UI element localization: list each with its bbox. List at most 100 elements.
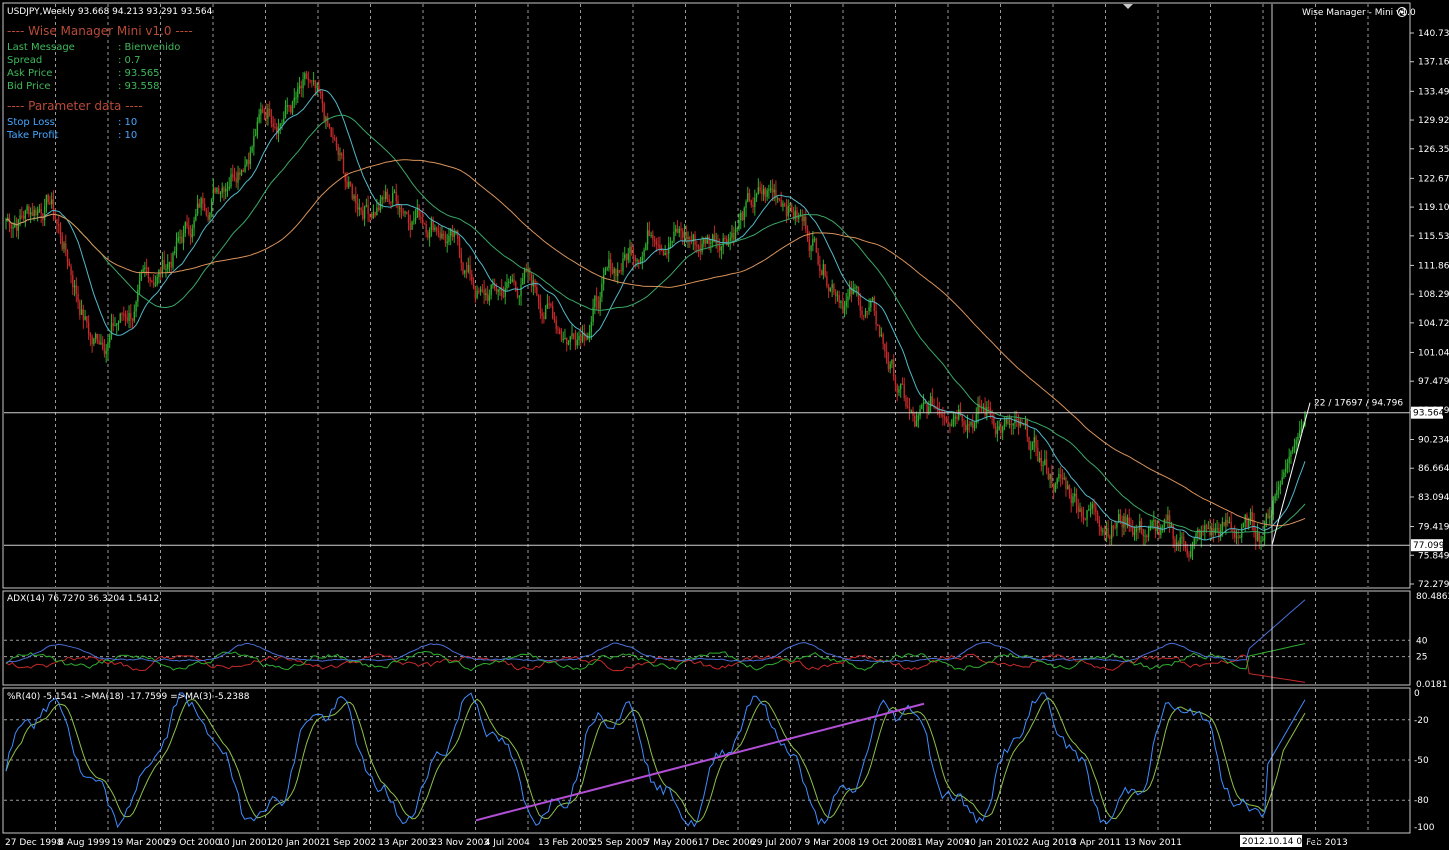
candle-body xyxy=(812,239,814,246)
candle-body xyxy=(58,223,60,226)
candle-body xyxy=(214,187,216,193)
chart-window[interactable]: 22 / 17697 / 94.796 140.739 137.169 133.49… xyxy=(0,0,1449,850)
candle-body xyxy=(697,245,700,249)
candle-body xyxy=(864,310,867,316)
ea-row-label: Ask Price xyxy=(7,68,52,79)
candle-body xyxy=(428,229,431,238)
price-tick-label: 137.169 xyxy=(1418,58,1449,68)
candle-body xyxy=(645,244,647,251)
candle-body xyxy=(237,172,239,183)
candle-body xyxy=(123,313,125,315)
candle-body xyxy=(901,383,904,385)
candle-body xyxy=(1089,508,1092,510)
wpr-tick-label: -50 xyxy=(1414,756,1429,766)
candle-body xyxy=(810,245,812,251)
candle-body xyxy=(993,416,995,427)
candle-body xyxy=(878,325,881,336)
candle-body xyxy=(922,402,925,405)
candle-body xyxy=(950,424,953,426)
candle-body xyxy=(956,416,958,420)
candle-body xyxy=(539,302,542,314)
candle-body xyxy=(685,232,687,239)
date-label: 13 Nov 2011 xyxy=(1124,838,1182,848)
candle-body xyxy=(687,237,689,239)
candle-body xyxy=(140,273,143,281)
candle-body xyxy=(249,151,252,165)
candle-body xyxy=(646,230,649,245)
candle-body xyxy=(200,198,202,208)
candle-body xyxy=(1061,477,1064,480)
candle-body xyxy=(516,290,519,297)
candle-body xyxy=(724,237,726,239)
candle-body xyxy=(954,416,956,419)
candle-body xyxy=(384,191,387,200)
candle-body xyxy=(1035,437,1037,448)
date-label: 27 Dec 1998 xyxy=(5,838,63,848)
candle-body xyxy=(159,269,162,273)
candle-body xyxy=(1068,485,1071,495)
candle-body xyxy=(1258,532,1260,543)
candle-body xyxy=(481,289,484,291)
candle-body xyxy=(889,363,891,370)
candle-body xyxy=(736,227,738,230)
candle-body xyxy=(562,339,564,341)
candle-body xyxy=(1074,493,1076,497)
candle-body xyxy=(358,207,361,210)
candle-body xyxy=(386,191,389,200)
candle-body xyxy=(1153,520,1155,522)
candle-body xyxy=(1133,532,1136,536)
candle-body xyxy=(116,323,118,326)
candle-body xyxy=(1281,477,1283,485)
candle-body xyxy=(1001,426,1004,433)
candle-body xyxy=(332,136,334,139)
candle-body xyxy=(374,211,376,216)
candle-body xyxy=(210,199,213,213)
candle-body xyxy=(1139,520,1141,530)
candle-body xyxy=(550,303,552,306)
scroll-marker-icon[interactable] xyxy=(1123,4,1133,9)
candle-body xyxy=(1075,493,1078,506)
candle-body xyxy=(47,194,49,203)
candle-body xyxy=(595,296,598,302)
candle-body xyxy=(392,193,394,203)
candle-body xyxy=(1228,522,1231,524)
candle-body xyxy=(912,410,914,416)
candle-body xyxy=(803,216,805,222)
date-label: 31 May 2009 xyxy=(911,838,970,848)
candle-body xyxy=(873,297,876,312)
candle-body xyxy=(307,78,310,81)
candle-body xyxy=(291,101,294,113)
candle-body xyxy=(553,318,556,321)
adx-indicator[interactable] xyxy=(5,599,1306,683)
candle-body xyxy=(523,269,526,279)
candle-body xyxy=(256,121,259,136)
candle-body xyxy=(1049,473,1051,480)
candle-body xyxy=(1103,530,1106,533)
candle-body xyxy=(917,415,919,422)
candle-body xyxy=(170,261,172,268)
candle-body xyxy=(720,246,723,251)
candle-body xyxy=(226,188,229,190)
candle-body xyxy=(281,122,283,124)
candle-body xyxy=(815,238,818,253)
candle-body xyxy=(574,338,577,346)
candle-body xyxy=(609,259,612,271)
candle-body xyxy=(678,228,680,233)
candle-body xyxy=(783,203,786,207)
price-chart[interactable]: 22 / 17697 / 94.796 xyxy=(4,70,1410,562)
candle-body xyxy=(202,198,204,204)
candle-body xyxy=(36,211,39,216)
candle-body xyxy=(961,414,963,422)
candle-body xyxy=(43,206,46,221)
candle-body xyxy=(608,259,610,268)
candle-body xyxy=(1012,423,1014,426)
candle-body xyxy=(1230,522,1232,529)
candle-body xyxy=(924,402,927,404)
candle-body xyxy=(232,174,234,177)
candle-body xyxy=(31,212,34,216)
candle-body xyxy=(284,107,287,119)
candle-body xyxy=(652,234,654,240)
candle-body xyxy=(240,170,243,175)
candle-body xyxy=(59,225,62,237)
candle-body xyxy=(907,406,909,408)
